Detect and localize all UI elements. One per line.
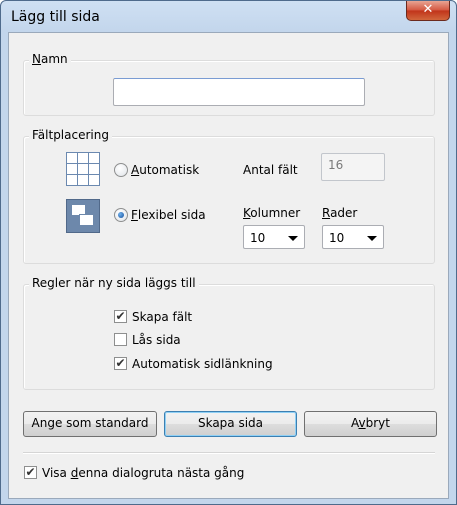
create-fields-label[interactable]: Skapa fält: [132, 310, 192, 324]
window-title: Lägg till sida: [11, 9, 100, 25]
title-bar[interactable]: Lägg till sida ✕: [1, 1, 456, 33]
checkmark-icon: ✔: [25, 465, 36, 479]
name-input[interactable]: [113, 78, 365, 106]
name-group: Namn: [23, 52, 435, 116]
show-again-label[interactable]: Visa denna dialogruta nästa gång: [42, 466, 244, 480]
chevron-down-icon: [288, 236, 298, 241]
chevron-down-icon: [367, 236, 377, 241]
cancel-button[interactable]: Avbryt: [304, 411, 437, 437]
field-count-value: 16: [328, 158, 344, 172]
auto-page-link-label[interactable]: Automatisk sidlänkning: [132, 357, 273, 371]
close-button[interactable]: ✕: [406, 1, 450, 21]
rows-value: 10: [329, 231, 345, 245]
columns-label: Kolumner: [243, 206, 301, 220]
dialog-window: Lägg till sida ✕ Namn Fältplacering Auto…: [0, 0, 457, 505]
flexible-radio[interactable]: [114, 208, 128, 222]
columns-select[interactable]: 10: [243, 225, 305, 249]
flexible-label[interactable]: Flexibel sida: [131, 208, 206, 222]
grid-icon: [66, 152, 100, 186]
set-default-button[interactable]: Ange som standard: [23, 411, 157, 437]
name-group-title: Namn: [29, 52, 71, 66]
placement-group-title: Fältplacering: [29, 128, 112, 142]
auto-page-link-checkbox[interactable]: ✔: [114, 357, 127, 370]
checkmark-icon: ✔: [115, 309, 126, 323]
rules-group-title: Regler när ny sida läggs till: [29, 276, 199, 290]
rules-group: Regler när ny sida läggs till ✔ Skapa fä…: [23, 276, 435, 390]
create-fields-checkbox[interactable]: ✔: [114, 310, 127, 323]
columns-value: 10: [250, 231, 266, 245]
checkmark-icon: ✔: [115, 356, 126, 370]
lock-page-label[interactable]: Lås sida: [132, 333, 181, 347]
create-page-button[interactable]: Skapa sida: [164, 411, 297, 437]
dialog-client-area: Namn Fältplacering Automatisk Antal fält…: [8, 32, 449, 499]
rows-select[interactable]: 10: [322, 225, 384, 249]
field-count-label: Antal fält: [243, 163, 298, 177]
automatic-radio[interactable]: [114, 163, 128, 177]
lock-page-checkbox[interactable]: [114, 333, 127, 346]
rows-label: Rader: [322, 206, 358, 220]
automatic-label[interactable]: Automatisk: [131, 163, 199, 177]
flexible-page-icon: [66, 199, 100, 233]
show-again-checkbox[interactable]: ✔: [24, 466, 37, 479]
field-count-input: 16: [321, 153, 385, 181]
separator: [23, 452, 435, 454]
close-icon: ✕: [422, 2, 434, 17]
placement-group: Fältplacering Automatisk Antal fält 16 F…: [23, 128, 435, 264]
